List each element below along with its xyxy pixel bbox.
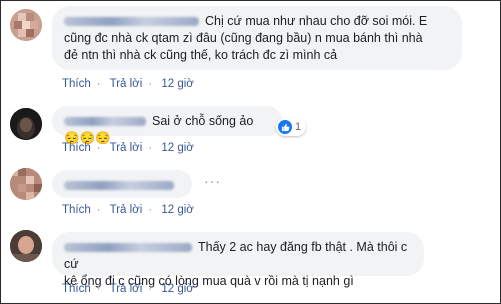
reply-link[interactable]: Trả lời	[110, 142, 143, 154]
avatar[interactable]	[10, 108, 42, 140]
like-link[interactable]: Thích	[62, 204, 91, 216]
comment-actions: Thích · Trả lời · 12 giờ	[62, 142, 200, 154]
like-link[interactable]: Thích	[62, 142, 91, 154]
separator-dot: ·	[148, 142, 153, 154]
blurred-avatar-photo	[10, 9, 42, 41]
separator-dot: ·	[96, 204, 101, 216]
more-options-icon[interactable]: ···	[204, 173, 221, 189]
blurred-author-name[interactable]	[64, 181, 174, 191]
avatar[interactable]	[10, 230, 42, 262]
separator-dot: ·	[148, 283, 153, 295]
timestamp[interactable]: 12 giờ	[161, 78, 193, 90]
avatar[interactable]	[10, 168, 42, 200]
like-link[interactable]: Thích	[62, 283, 91, 295]
blurred-avatar-photo	[10, 230, 42, 262]
blurred-author-name[interactable]	[64, 117, 146, 127]
comment-bubble: Sai ở chỗ sống ảo 😔😔😔	[52, 106, 282, 145]
comment-bubble: Chị cứ mua như nhau cho đỡ soi mói. E cũ…	[52, 6, 462, 70]
separator-dot: ·	[96, 78, 101, 90]
comment-actions: Thích · Trả lời · 12 giờ	[62, 78, 200, 90]
blurred-author-name[interactable]	[64, 17, 199, 27]
reply-link[interactable]: Trả lời	[110, 204, 143, 216]
comment-bubble: Thấy 2 ac hay đăng fb thật . Mà thôi c c…	[52, 232, 424, 288]
reaction-count: 1	[295, 121, 302, 133]
timestamp[interactable]: 12 giờ	[161, 283, 193, 295]
blurred-author-name[interactable]	[64, 243, 192, 253]
comment-actions: Thích · Trả lời · 12 giờ	[62, 204, 200, 216]
comment-bubble	[52, 170, 192, 198]
separator-dot: ·	[96, 283, 101, 295]
timestamp[interactable]: 12 giờ	[161, 142, 193, 154]
avatar[interactable]	[10, 9, 42, 41]
separator-dot: ·	[148, 204, 153, 216]
reply-link[interactable]: Trả lời	[110, 283, 143, 295]
reaction-summary[interactable]: 1	[276, 118, 307, 136]
separator-dot: ·	[148, 78, 153, 90]
timestamp[interactable]: 12 giờ	[161, 204, 193, 216]
like-link[interactable]: Thích	[62, 78, 91, 90]
blurred-avatar-photo	[10, 108, 42, 140]
thumbs-up-icon	[278, 120, 292, 134]
blurred-avatar-photo	[10, 168, 42, 200]
separator-dot: ·	[96, 142, 101, 154]
reply-link[interactable]: Trả lời	[110, 78, 143, 90]
comment-actions: Thích · Trả lời · 12 giờ	[62, 283, 200, 295]
